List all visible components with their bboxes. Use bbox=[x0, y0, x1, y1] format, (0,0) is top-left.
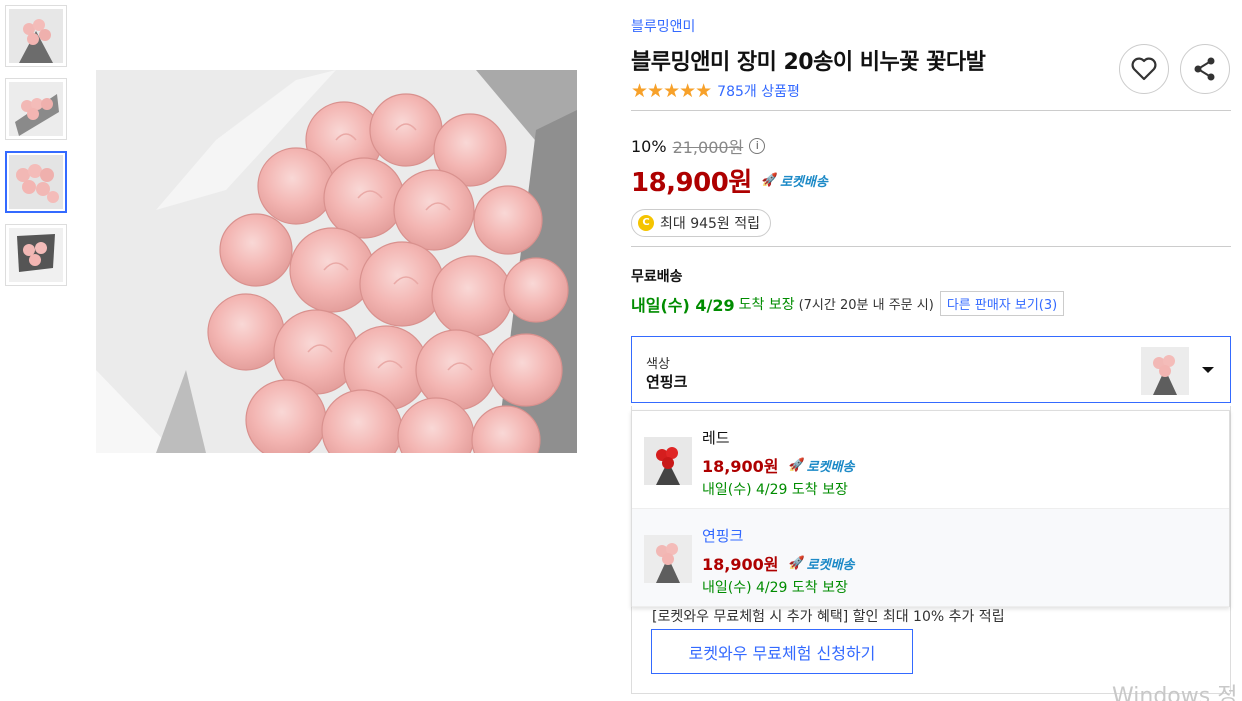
free-shipping-label: 무료배송 bbox=[631, 269, 683, 285]
option-item-price: 18,900원 bbox=[702, 555, 779, 574]
rocket-delivery-label: 로켓배송 bbox=[806, 459, 855, 475]
sale-price-row: 18,900원 🚀 로켓배송 bbox=[631, 162, 1231, 199]
thumbnail-3[interactable] bbox=[5, 151, 67, 213]
rocket-delivery-label: 로켓배송 bbox=[806, 557, 855, 573]
share-button[interactable] bbox=[1180, 44, 1230, 94]
product-info-panel: 블루밍앤미 블루밍앤미 장미 20송이 비누꽃 꽃다발 ★★★★★ 785개 상… bbox=[631, 16, 1231, 694]
thumbnail-4[interactable] bbox=[5, 224, 67, 286]
rocket-delivery-label: 로켓배송 bbox=[779, 175, 828, 190]
discount-row: 10% 21,000원 i bbox=[631, 134, 1231, 158]
thumbnail-list bbox=[5, 5, 69, 297]
discount-rate: 10% bbox=[631, 136, 667, 156]
divider bbox=[631, 110, 1231, 111]
thumbnail-1[interactable] bbox=[5, 5, 67, 67]
info-icon[interactable]: i bbox=[749, 138, 766, 154]
bouquet-thumbnail-image bbox=[9, 82, 63, 136]
original-price: 21,000원 bbox=[672, 138, 744, 157]
arrival-row: 내일(수) 4/29 도착 보장 (7시간 20분 내 주문 시) 다른 판매자… bbox=[631, 291, 1231, 316]
arrival-guarantee: 도착 보장 bbox=[738, 296, 795, 313]
option-item-price: 18,900원 bbox=[702, 457, 779, 476]
thumbnail-2[interactable] bbox=[5, 78, 67, 140]
bouquet-thumbnail-image bbox=[9, 228, 63, 282]
review-count-link[interactable]: 785개 상품평 bbox=[717, 81, 800, 101]
option-item-thumbnail bbox=[644, 535, 692, 583]
rocket-icon: 🚀 bbox=[788, 457, 805, 473]
option-item-red[interactable]: 레드 18,900원 🚀 로켓배송 내일(수) 4/29 도착 보장 bbox=[632, 411, 1229, 509]
wishlist-button[interactable] bbox=[1119, 44, 1169, 94]
option-item-name: 연핑크 bbox=[702, 527, 744, 545]
other-sellers-button[interactable]: 다른 판매자 보기(3) bbox=[939, 291, 1065, 316]
rocket-delivery-badge: 🚀 로켓배송 bbox=[762, 171, 828, 190]
color-option-select[interactable]: 색상 연핑크 bbox=[631, 336, 1231, 403]
option-selected-value: 연핑크 bbox=[646, 373, 688, 391]
option-item-shipping: 내일(수) 4/29 도착 보장 bbox=[702, 580, 848, 596]
rocket-icon: 🚀 bbox=[761, 173, 778, 188]
star-rating-icon: ★★★★★ bbox=[631, 80, 712, 102]
brand-link[interactable]: 블루밍앤미 bbox=[631, 16, 1231, 38]
bouquet-thumbnail-image bbox=[9, 9, 63, 63]
main-product-image bbox=[96, 70, 577, 453]
option-item-thumbnail bbox=[644, 437, 692, 485]
points-text: 최대 945원 적립 bbox=[660, 216, 761, 232]
coin-icon: C bbox=[638, 215, 654, 231]
rocketwow-trial-button[interactable]: 로켓와우 무료체험 신청하기 bbox=[651, 629, 913, 674]
order-time-note: (7시간 20분 내 주문 시) bbox=[798, 298, 934, 313]
rocket-icon: 🚀 bbox=[788, 555, 805, 571]
shipping-area: 무료배송 내일(수) 4/29 도착 보장 (7시간 20분 내 주문 시) 다… bbox=[631, 266, 1231, 316]
option-item-shipping: 내일(수) 4/29 도착 보장 bbox=[702, 482, 848, 498]
share-icon bbox=[1194, 57, 1215, 81]
option-label: 색상 bbox=[646, 357, 670, 372]
arrival-date: 내일(수) 4/29 bbox=[631, 295, 735, 315]
option-item-name: 레드 bbox=[702, 429, 730, 447]
heart-icon bbox=[1131, 57, 1157, 81]
option-item-light-pink[interactable]: 연핑크 18,900원 🚀 로켓배송 내일(수) 4/29 도착 보장 bbox=[632, 509, 1229, 607]
rocket-delivery-badge: 🚀 로켓배송 bbox=[788, 554, 854, 573]
chevron-down-icon bbox=[1202, 367, 1214, 373]
divider bbox=[631, 246, 1231, 247]
option-item-price-row: 18,900원 🚀 로켓배송 bbox=[702, 453, 855, 477]
bouquet-thumbnail-image bbox=[9, 155, 63, 209]
option-thumbnail bbox=[1141, 347, 1189, 395]
points-badge: C 최대 945원 적립 bbox=[631, 209, 772, 237]
windows-watermark: Windows 정 bbox=[1112, 684, 1238, 701]
rocketwow-benefit-text: [로켓와우 무료체험 시 추가 혜택] 할인 최대 10% 추가 적립 bbox=[652, 609, 1005, 625]
option-item-price-row: 18,900원 🚀 로켓배송 bbox=[702, 551, 855, 575]
option-dropdown: 레드 18,900원 🚀 로켓배송 내일(수) 4/29 도착 보장 연핑크 1… bbox=[631, 410, 1230, 607]
rocket-delivery-badge: 🚀 로켓배송 bbox=[788, 456, 854, 475]
price-area: 10% 21,000원 i 18,900원 🚀 로켓배송 C 최대 945원 적… bbox=[631, 134, 1231, 237]
sale-price: 18,900원 bbox=[631, 168, 752, 198]
